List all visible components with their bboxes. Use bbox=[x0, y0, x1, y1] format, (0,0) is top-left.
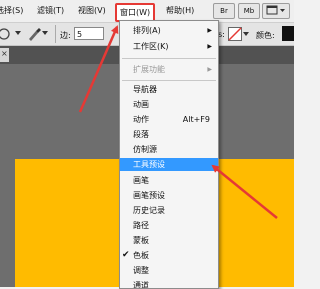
menu-select[interactable]: 选择(S) bbox=[0, 5, 23, 16]
submenu-arrow-icon: ▶ bbox=[207, 66, 212, 73]
close-icon[interactable]: × bbox=[1, 49, 8, 58]
checkmark-icon: ✔ bbox=[122, 250, 130, 260]
menu-separator bbox=[122, 58, 216, 59]
menu-shortcut: Alt+F9 bbox=[182, 115, 210, 124]
window-menu-dropdown: 排列(A) ▶ 工作区(K) ▶ 扩展功能 ▶ 导航器 动画 动作 Alt+F9… bbox=[119, 20, 219, 289]
menu-item-brush[interactable]: 画笔 bbox=[120, 174, 218, 187]
menu-item-channels[interactable]: 通道 bbox=[120, 279, 218, 288]
chevron-down-icon[interactable] bbox=[243, 30, 249, 38]
menu-item-actions[interactable]: 动作 Alt+F9 bbox=[120, 113, 218, 126]
options-label: s: bbox=[218, 30, 225, 39]
chevron-down-icon[interactable] bbox=[42, 29, 48, 37]
menu-help[interactable]: 帮助(H) bbox=[166, 5, 194, 16]
edge-input[interactable]: 5 bbox=[74, 27, 104, 40]
no-color-swatch-icon[interactable] bbox=[228, 27, 242, 41]
brush-icon[interactable] bbox=[26, 26, 42, 42]
menu-item-brush-presets[interactable]: 画笔预设 bbox=[120, 189, 218, 202]
menu-view[interactable]: 视图(V) bbox=[78, 5, 106, 16]
menu-item-animation[interactable]: 动画 bbox=[120, 98, 218, 111]
submenu-arrow-icon: ▶ bbox=[207, 43, 212, 50]
edge-label: 边: bbox=[60, 31, 71, 40]
menu-item-paths[interactable]: 路径 bbox=[120, 219, 218, 232]
submenu-arrow-icon: ▶ bbox=[207, 27, 212, 34]
screen-mode-icon bbox=[266, 5, 285, 15]
menu-item-extensions: 扩展功能 ▶ bbox=[133, 65, 212, 74]
menu-item-paragraph[interactable]: 段落 bbox=[120, 128, 218, 141]
menu-separator bbox=[122, 80, 216, 81]
chevron-down-icon[interactable] bbox=[15, 29, 21, 37]
menu-item-history[interactable]: 历史记录 bbox=[120, 204, 218, 217]
menu-item-tool-presets[interactable]: 工具预设 bbox=[120, 158, 218, 171]
menu-item-workspace[interactable]: 工作区(K) ▶ bbox=[120, 40, 218, 53]
menu-item-arrange[interactable]: 排列(A) ▶ bbox=[120, 24, 218, 37]
color-swatch[interactable] bbox=[282, 26, 294, 41]
menu-filter[interactable]: 滤镜(T) bbox=[37, 5, 64, 16]
bridge-button[interactable]: Br bbox=[213, 3, 235, 19]
menu-item-masks[interactable]: 蒙板 bbox=[120, 234, 218, 247]
tool-preset-icon[interactable] bbox=[0, 27, 14, 41]
menu-item-swatches[interactable]: ✔ 色板 bbox=[120, 249, 218, 262]
color-label: 颜色: bbox=[256, 31, 275, 40]
divider bbox=[55, 25, 56, 43]
screen-mode-button[interactable] bbox=[262, 3, 290, 19]
mini-bridge-button[interactable]: Mb bbox=[238, 3, 260, 19]
menu-item-navigator[interactable]: 导航器 bbox=[120, 83, 218, 96]
menu-item-adjustments[interactable]: 调整 bbox=[120, 264, 218, 277]
menu-item-clone-source[interactable]: 仿制源 bbox=[120, 143, 218, 156]
